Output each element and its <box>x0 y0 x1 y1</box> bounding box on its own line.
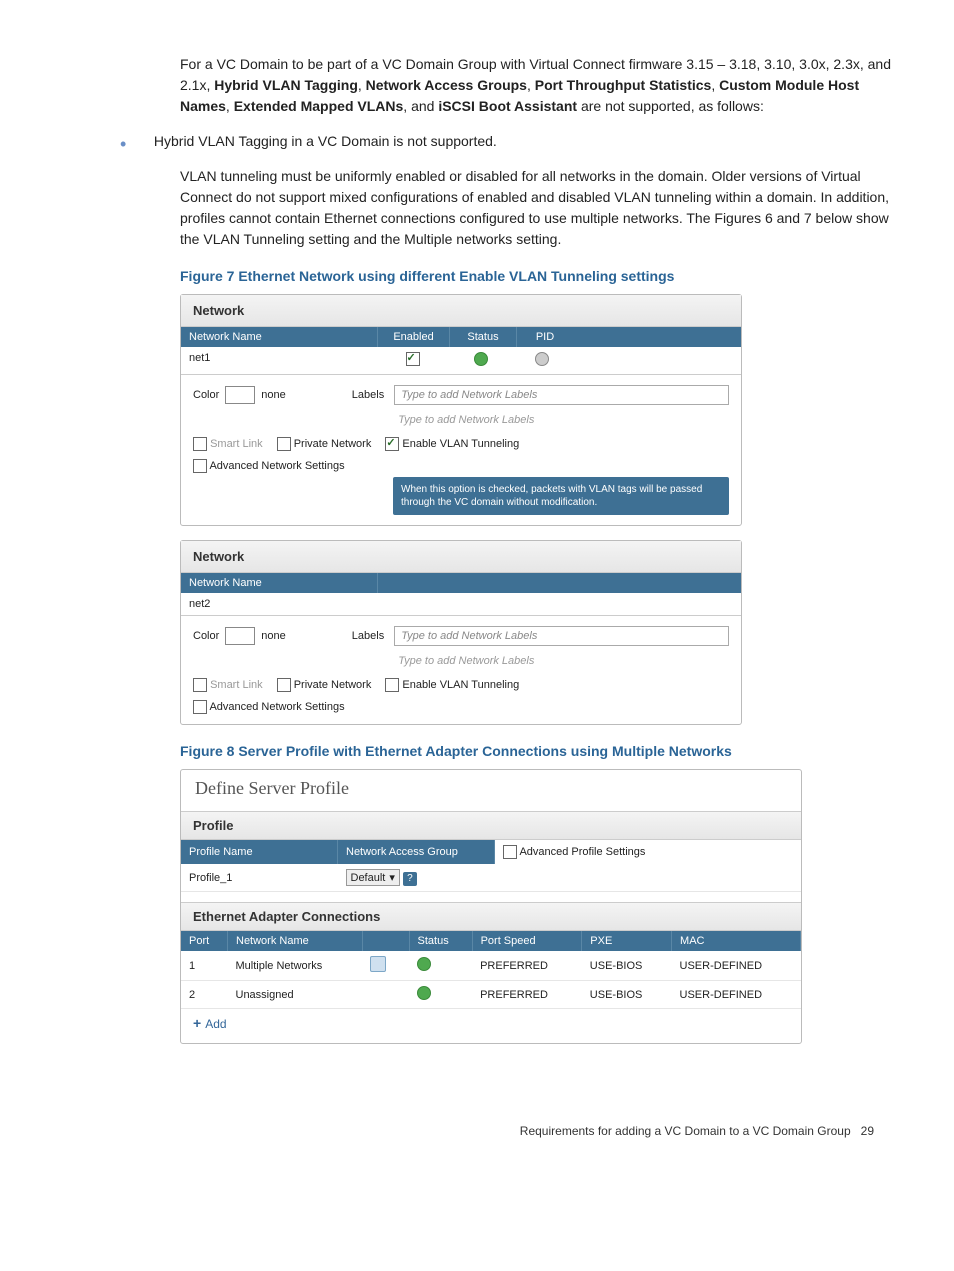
network-access-group-dropdown[interactable]: Default ▾ <box>346 869 400 886</box>
figure7-panel-net1: Network Network Name Enabled Status PID … <box>180 294 742 526</box>
eac-section-header: Ethernet Adapter Connections <box>181 902 801 931</box>
labels-input[interactable]: Type to add Network Labels <box>394 626 729 646</box>
color-swatch[interactable] <box>225 386 255 404</box>
table-header-row: Network Name <box>181 573 741 593</box>
bullet-list: Hybrid VLAN Tagging in a VC Domain is no… <box>150 131 894 250</box>
vlan-tunneling-tooltip: When this option is checked, packets wit… <box>393 477 729 515</box>
status-ok-icon <box>417 986 431 1000</box>
private-network-checkbox[interactable] <box>277 437 291 451</box>
table-row[interactable]: 2 Unassigned PREFERRED USE-BIOS USER-DEF… <box>181 981 801 1009</box>
color-label: Color <box>193 630 219 642</box>
smartlink-checkbox[interactable] <box>193 678 207 692</box>
page-footer: Requirements for adding a VC Domain to a… <box>60 1124 894 1138</box>
table-row: net2 <box>181 593 741 616</box>
advanced-settings-checkbox[interactable] <box>193 700 207 714</box>
pid-icon <box>535 352 549 366</box>
labels-label: Labels <box>352 389 384 401</box>
profile-name-value: Profile_1 <box>181 864 338 892</box>
profile-section-header: Profile <box>181 811 801 840</box>
intro-paragraph: For a VC Domain to be part of a VC Domai… <box>180 54 894 117</box>
labels-input[interactable]: Type to add Network Labels <box>394 385 729 405</box>
labels-label: Labels <box>352 630 384 642</box>
color-label: Color <box>193 389 219 401</box>
advanced-settings-checkbox[interactable] <box>193 459 207 473</box>
advanced-profile-checkbox[interactable] <box>503 845 517 859</box>
chevron-down-icon: ▾ <box>389 871 395 884</box>
advanced-profile-label: Advanced Profile Settings <box>519 846 645 858</box>
vlan-tunneling-checkbox[interactable] <box>385 678 399 692</box>
enabled-checkbox[interactable] <box>406 352 420 366</box>
panel-header: Network <box>181 295 741 327</box>
vlan-tunneling-checkbox[interactable] <box>385 437 399 451</box>
figure7-caption: Figure 7 Ethernet Network using differen… <box>180 268 894 284</box>
define-server-profile-title: Define Server Profile <box>181 770 801 811</box>
panel-header: Network <box>181 541 741 573</box>
table-row: net1 <box>181 347 741 375</box>
bullet-item: Hybrid VLAN Tagging in a VC Domain is no… <box>154 133 497 149</box>
status-ok-icon <box>474 352 488 366</box>
help-icon[interactable]: ? <box>403 872 417 886</box>
add-button[interactable]: Add <box>181 1009 801 1037</box>
color-value: none <box>261 389 285 401</box>
status-ok-icon <box>417 957 431 971</box>
smartlink-checkbox[interactable] <box>193 437 207 451</box>
private-network-checkbox[interactable] <box>277 678 291 692</box>
figure8-caption: Figure 8 Server Profile with Ethernet Ad… <box>180 743 894 759</box>
edit-icon[interactable] <box>370 956 386 972</box>
profile-table: Profile Name Network Access Group Advanc… <box>181 840 801 892</box>
table-header-row: Network Name Enabled Status PID <box>181 327 741 347</box>
color-value: none <box>261 630 285 642</box>
color-swatch[interactable] <box>225 627 255 645</box>
figure8-panel: Define Server Profile Profile Profile Na… <box>180 769 802 1044</box>
table-row[interactable]: 1 Multiple Networks PREFERRED USE-BIOS U… <box>181 951 801 981</box>
bullet-subparagraph: VLAN tunneling must be uniformly enabled… <box>180 166 894 250</box>
eac-table: Port Network Name Status Port Speed PXE … <box>181 931 801 1009</box>
figure7-panel-net2: Network Network Name net2 Color none Lab… <box>180 540 742 725</box>
